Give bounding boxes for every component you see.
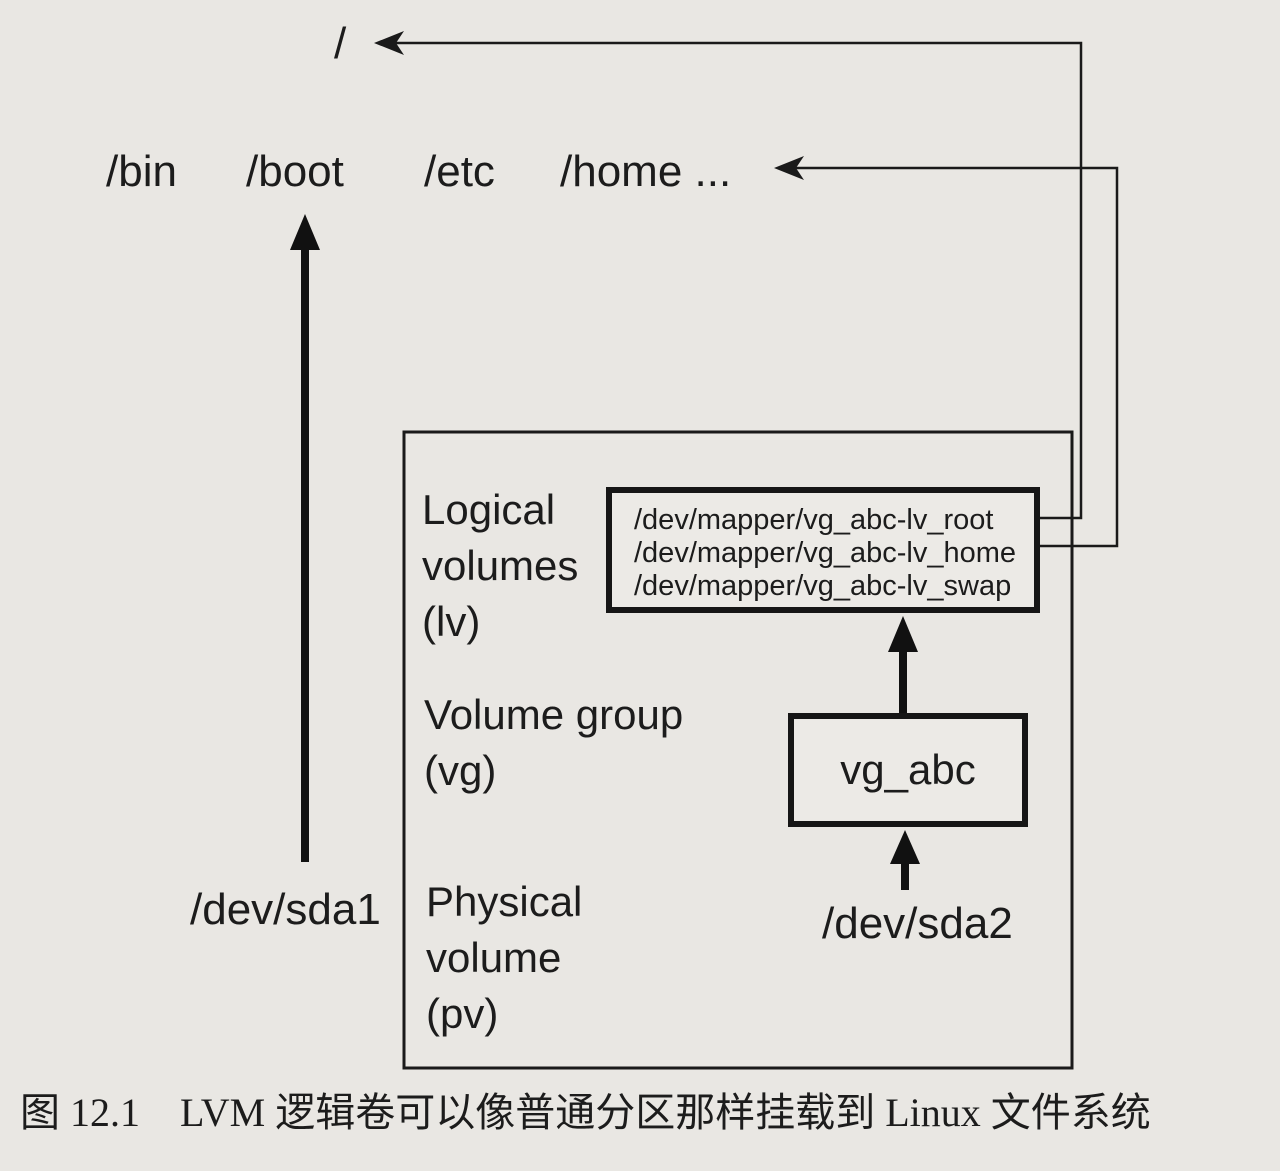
lv-label-line-3: (lv) [422,598,481,645]
vg-label-line-2: (vg) [424,747,497,794]
physical-volume-sda2-label: /dev/sda2 [822,899,1013,948]
lv-label-line-2: volumes [422,542,579,589]
pv-label-line-1: Physical [426,878,583,925]
figure-caption: 图 12.1 LVM 逻辑卷可以像普通分区那样挂载到 Linux 文件系统 [20,1090,1151,1135]
vg-layer-label: Volume group (vg) [424,687,683,799]
lv-swap-path: /dev/mapper/vg_abc-lv_swap [634,570,1012,602]
dir-home: /home ... [560,147,732,196]
pv-label-line-3: (pv) [426,990,499,1037]
volume-group-name: vg_abc [840,746,976,793]
dir-bin: /bin [106,147,177,196]
lv-home-path: /dev/mapper/vg_abc-lv_home [634,537,1017,569]
lv-root-to-root-connector [392,41,1083,520]
lv-layer-label: Logical volumes (lv) [422,482,578,650]
pv-layer-label: Physical volume (pv) [426,874,582,1042]
dir-etc: /etc [424,147,495,196]
volume-group-box: vg_abc [788,713,1028,827]
vg-label-line-1: Volume group [424,691,684,738]
lv-root-path: /dev/mapper/vg_abc-lv_root [634,504,994,536]
dir-boot: /boot [246,147,344,196]
logical-volumes-box: /dev/mapper/vg_abc-lv_root /dev/mapper/v… [606,487,1040,613]
sda1-to-boot-arrow-head [290,214,320,250]
lv-label-line-1: Logical [422,486,556,533]
partition-sda1-label: /dev/sda1 [190,885,381,934]
pv-label-line-2: volume [426,934,562,981]
pv-to-vg-arrow-head [890,830,920,864]
root-dir-label: / [334,19,347,68]
vg-to-lv-arrow-head [888,616,918,652]
